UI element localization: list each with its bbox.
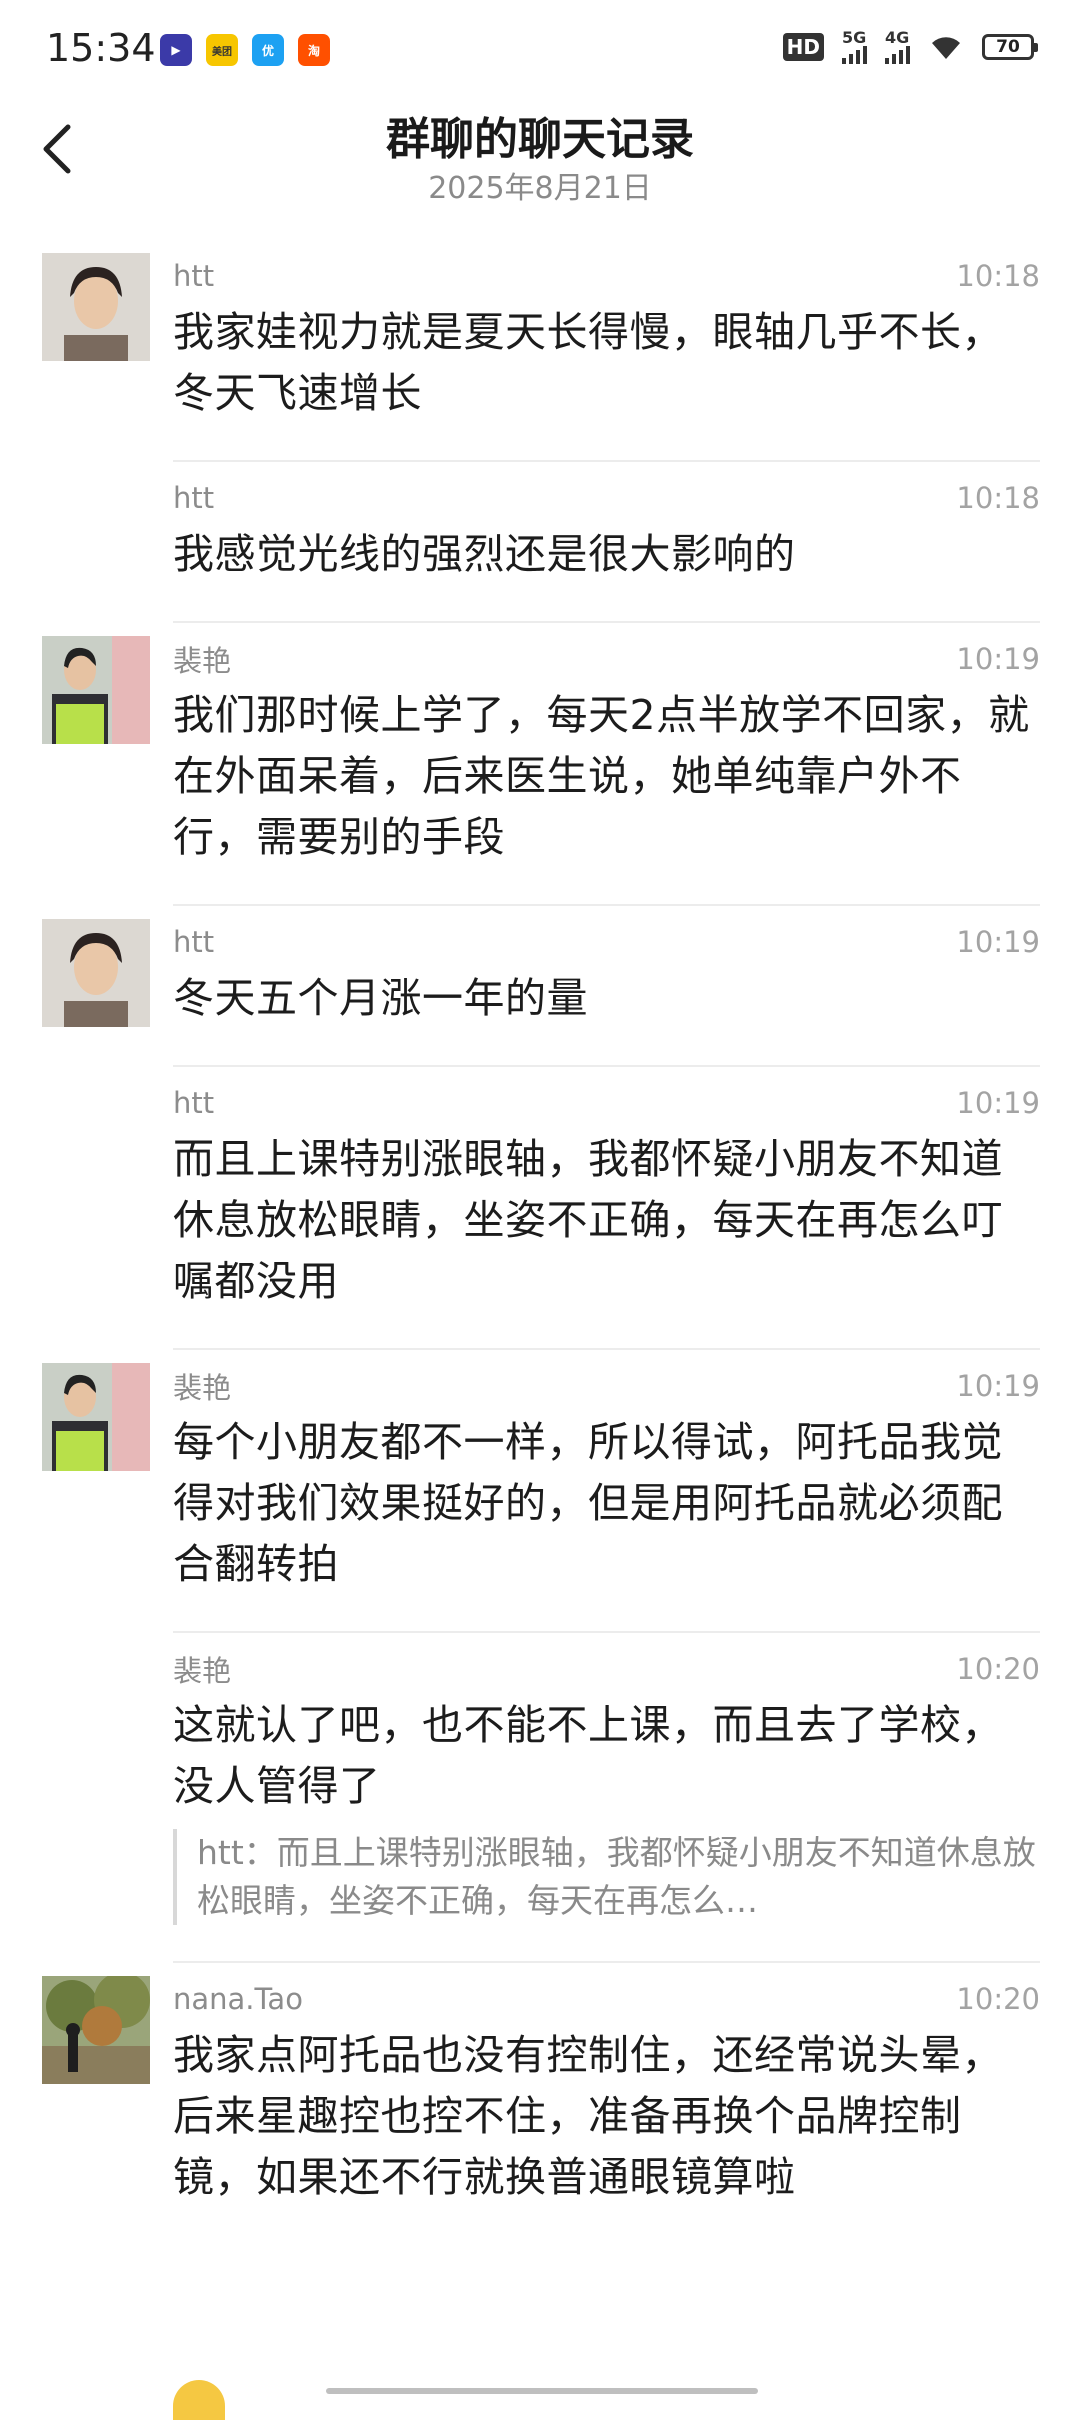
message-text: 而且上课特别涨眼轴，我都怀疑小朋友不知道休息放松眼睛，坐姿不正确，每天在再怎么叮… [173, 1135, 1003, 1305]
video-app-icon: ▶ [160, 34, 192, 66]
taobao-app-icon: 淘 [298, 34, 330, 66]
avatar[interactable] [42, 1363, 150, 1471]
sender-name: htt [173, 481, 215, 515]
message-time: 10:20 [956, 1652, 1040, 1686]
message-time: 10:19 [956, 925, 1040, 959]
signal-4g-icon: 4G [885, 30, 910, 64]
message-text: 这就认了吧，也不能不上课，而且去了学校，没人管得了 [173, 1701, 1003, 1810]
message-time: 10:19 [956, 1086, 1040, 1120]
sender-name: 裴艳 [173, 1654, 232, 1688]
avatar[interactable] [42, 636, 150, 744]
sender-name: 裴艳 [173, 1371, 232, 1405]
message-item[interactable]: htt 10:19 冬天五个月涨一年的量 [0, 906, 1080, 1067]
status-time: 15:34 [46, 26, 156, 70]
sender-name: 裴艳 [173, 644, 232, 678]
message-text: 我家点阿托品也没有控制住，还经常说头晕，后来星趣控也控不住，准备再换个品牌控制镜… [173, 2031, 1003, 2201]
notification-icons: ▶ 美团 优 淘 [160, 34, 330, 66]
home-indicator[interactable] [326, 2388, 758, 2394]
sender-name: nana.Tao [173, 1982, 303, 2016]
emoji-icon [173, 2380, 225, 2420]
message-text: 我感觉光线的强烈还是很大影响的 [173, 530, 796, 578]
shopping-app-icon: 优 [252, 34, 284, 66]
message-item[interactable]: htt 10:18 我家娃视力就是夏天长得慢，眼轴几乎不长，冬天飞速增长 [0, 240, 1080, 462]
message-item[interactable]: 裴艳 10:20 这就认了吧，也不能不上课，而且去了学校，没人管得了 htt：而… [0, 1633, 1080, 1963]
message-text: 冬天五个月涨一年的量 [173, 974, 588, 1022]
avatar[interactable] [42, 253, 150, 361]
sender-name: htt [173, 259, 215, 293]
meituan-app-icon: 美团 [206, 34, 238, 66]
quoted-message[interactable]: htt：而且上课特别涨眼轴，我都怀疑小朋友不知道休息放松眼睛，坐姿不正确，每天在… [173, 1829, 1040, 1925]
message-item[interactable]: 裴艳 10:19 每个小朋友都不一样，所以得试，阿托品我觉得对我们效果挺好的，但… [0, 1350, 1080, 1633]
message-item[interactable]: htt 10:19 而且上课特别涨眼轴，我都怀疑小朋友不知道休息放松眼睛，坐姿不… [0, 1067, 1080, 1350]
header: 群聊的聊天记录 2025年8月21日 [0, 95, 1080, 210]
message-text: 我们那时候上学了，每天2点半放学不回家，就在外面呆着，后来医生说，她单纯靠户外不… [173, 691, 1030, 861]
page-date: 2025年8月21日 [428, 171, 652, 206]
battery-icon: 70 [982, 34, 1038, 60]
signal-5g-icon: 5G [842, 30, 867, 64]
hd-icon: HD [782, 33, 824, 61]
status-bar: 15:34 ▶ 美团 优 淘 HD 5G 4G 70 [0, 0, 1080, 100]
message-text: 我家娃视力就是夏天长得慢，眼轴几乎不长，冬天飞速增长 [173, 308, 1003, 417]
message-item[interactable]: nana.Tao 10:20 我家点阿托品也没有控制住，还经常说头晕，后来星趣控… [0, 1963, 1080, 2208]
avatar[interactable] [42, 919, 150, 1027]
status-indicators: HD 5G 4G 70 [782, 30, 1038, 64]
message-time: 10:20 [956, 1982, 1040, 2016]
page-title: 群聊的聊天记录 [386, 114, 694, 165]
message-time: 10:18 [956, 259, 1040, 293]
sender-name: htt [173, 925, 215, 959]
avatar[interactable] [42, 1976, 150, 2084]
message-time: 10:18 [956, 481, 1040, 515]
wifi-icon [932, 37, 960, 59]
message-item[interactable]: 裴艳 10:19 我们那时候上学了，每天2点半放学不回家，就在外面呆着，后来医生… [0, 623, 1080, 906]
message-item[interactable]: htt 10:18 我感觉光线的强烈还是很大影响的 [0, 462, 1080, 623]
message-list[interactable]: htt 10:18 我家娃视力就是夏天长得慢，眼轴几乎不长，冬天飞速增长 htt… [0, 240, 1080, 2208]
sender-name: htt [173, 1086, 215, 1120]
message-time: 10:19 [956, 642, 1040, 676]
message-time: 10:19 [956, 1369, 1040, 1403]
message-text: 每个小朋友都不一样，所以得试，阿托品我觉得对我们效果挺好的，但是用阿托品就必须配… [173, 1418, 1003, 1588]
